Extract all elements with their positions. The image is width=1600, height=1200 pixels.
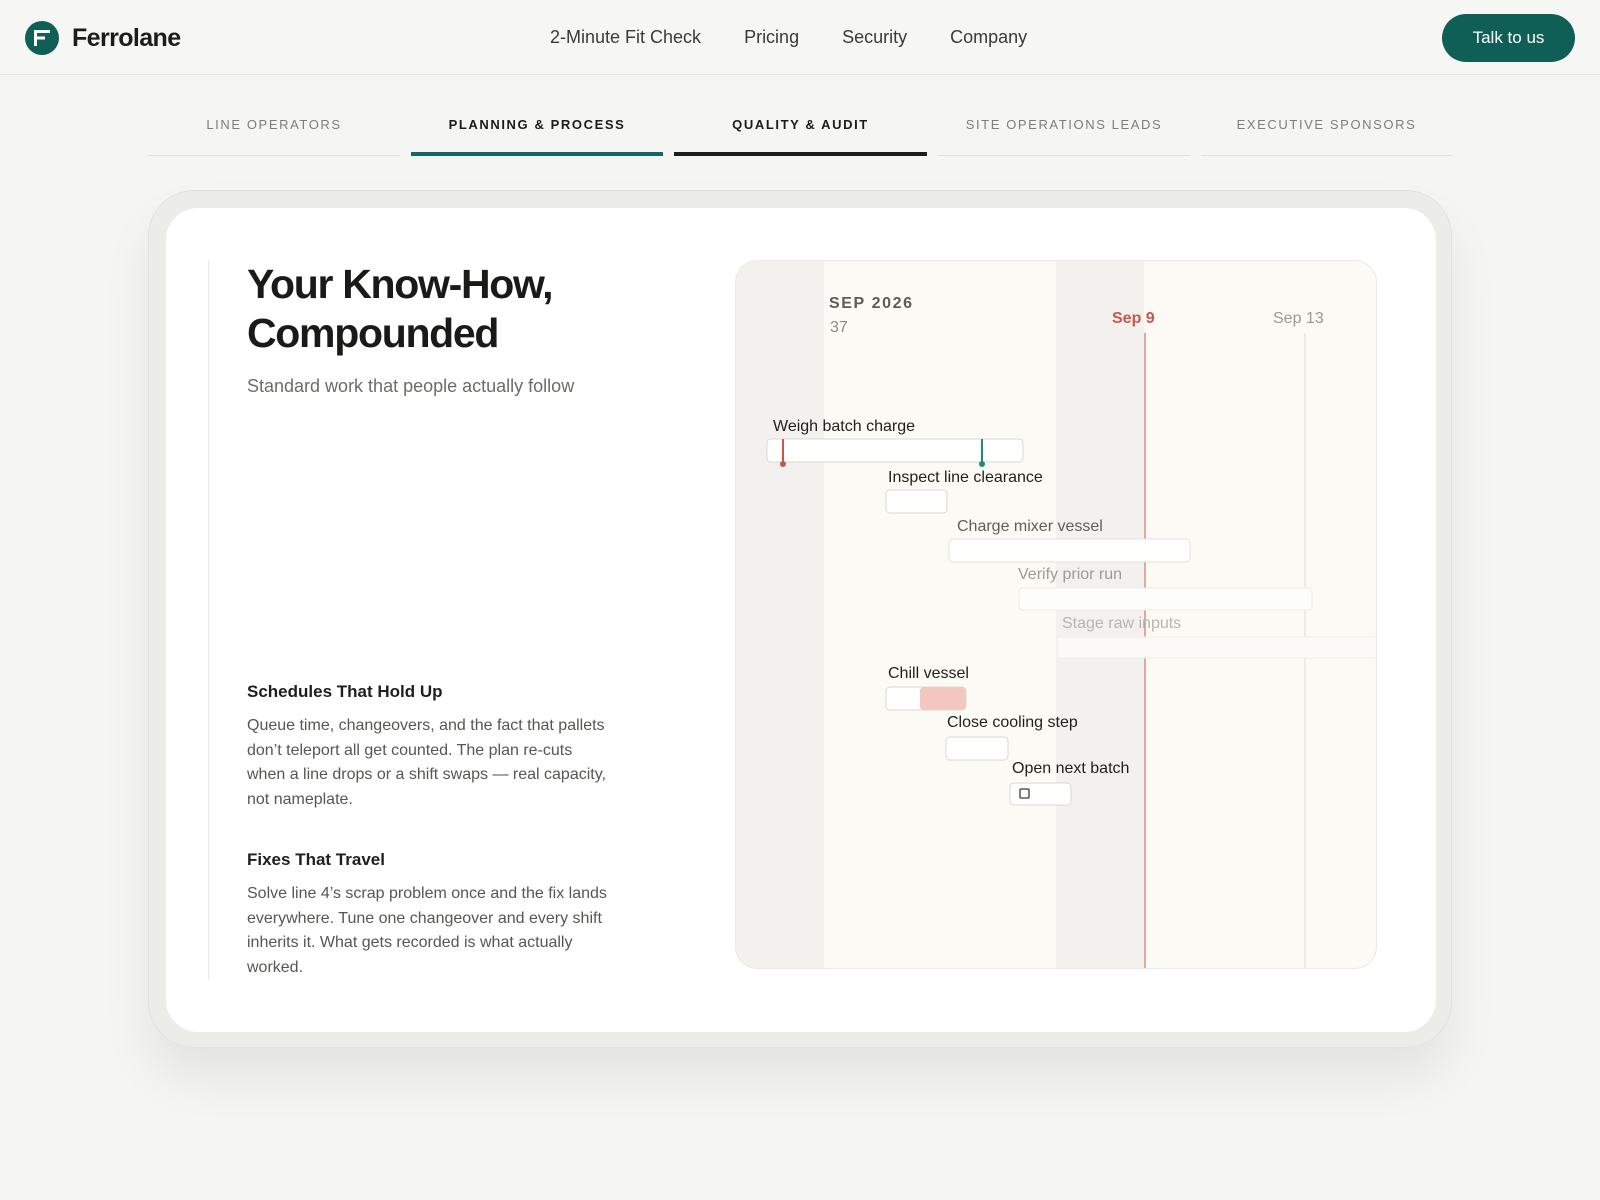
nav-link-fit-check[interactable]: 2-Minute Fit Check <box>550 27 701 48</box>
nav-link-pricing[interactable]: Pricing <box>744 27 799 48</box>
gantt-task-bar[interactable] <box>1009 782 1072 806</box>
section-body-schedules: Queue time, changeovers, and the fact th… <box>247 717 606 808</box>
gantt-task-bar[interactable] <box>1018 587 1313 611</box>
gantt-task-label: Close cooling step <box>947 714 1078 731</box>
tab-planning-process[interactable]: Planning & Process <box>411 112 663 156</box>
left-divider <box>208 260 209 980</box>
brand-name: Ferrolane <box>72 23 181 52</box>
tab-quality-audit[interactable]: Quality & Audit <box>674 112 927 156</box>
gantt-task-bar[interactable] <box>945 736 1009 761</box>
gantt-end-label: Sep 13 <box>1273 310 1324 327</box>
nav-link-security[interactable]: Security <box>842 27 907 48</box>
gantt-month-label: SEP 2026 <box>829 295 914 312</box>
gantt-col-workday <box>824 261 1056 968</box>
tab-executive-sponsors[interactable]: Executive Sponsors <box>1201 112 1452 156</box>
top-header: Ferrolane 2-Minute Fit Check Pricing Sec… <box>0 0 1600 75</box>
feature-card-frame: Your Know-How, Compounded Standard work … <box>148 190 1452 1048</box>
brand-logo[interactable]: Ferrolane <box>25 21 181 55</box>
gantt-svg: SEP 2026 37 Sep 9 Sep 13 Weigh batch cha… <box>766 261 1377 968</box>
tab-line-operators[interactable]: Line Operators <box>148 112 400 156</box>
section-title-fixes: Fixes That Travel <box>247 850 385 869</box>
page-subtitle: Standard work that people actually follo… <box>247 376 575 396</box>
schedule-gantt: SEP 2026 37 Sep 9 Sep 13 Weigh batch cha… <box>735 260 1377 969</box>
gantt-task-label: Charge mixer vessel <box>957 518 1103 535</box>
gantt-task-label: Verify prior run <box>1018 566 1122 583</box>
section-body-fixes: Solve line 4’s scrap problem once and th… <box>247 885 607 976</box>
tab-site-operations-leads[interactable]: Site Operations Leads <box>938 112 1190 156</box>
audience-tabs: Line Operators Planning & Process Qualit… <box>148 112 1452 156</box>
gantt-week-label: 37 <box>830 319 848 336</box>
feature-card: Your Know-How, Compounded Standard work … <box>166 208 1436 1032</box>
gantt-task-bar[interactable] <box>1056 636 1377 659</box>
gantt-task-label: Inspect line clearance <box>888 469 1043 486</box>
gantt-task-bar[interactable] <box>766 438 1024 463</box>
nav-link-company[interactable]: Company <box>950 27 1027 48</box>
gantt-task-label: Stage raw inputs <box>1062 615 1181 632</box>
gantt-task-label: Chill vessel <box>888 665 969 682</box>
section-title-schedules: Schedules That Hold Up <box>247 682 443 701</box>
gantt-task-bar[interactable] <box>948 538 1191 563</box>
page-title: Your Know-How, Compounded <box>247 261 554 356</box>
gantt-task-label: Open next batch <box>1012 760 1129 777</box>
ferrolane-logo-icon <box>25 21 59 55</box>
gantt-task-label: Weigh batch charge <box>773 418 915 435</box>
gantt-today-label: Sep 9 <box>1112 310 1155 327</box>
talk-to-us-button[interactable]: Talk to us <box>1442 14 1575 62</box>
gantt-task-bar[interactable] <box>885 489 948 514</box>
gantt-progress-dot <box>979 461 985 467</box>
gantt-task-fill <box>920 687 966 710</box>
main-nav: 2-Minute Fit Check Pricing Security Comp… <box>550 27 1070 48</box>
gantt-start-dot <box>780 461 786 467</box>
